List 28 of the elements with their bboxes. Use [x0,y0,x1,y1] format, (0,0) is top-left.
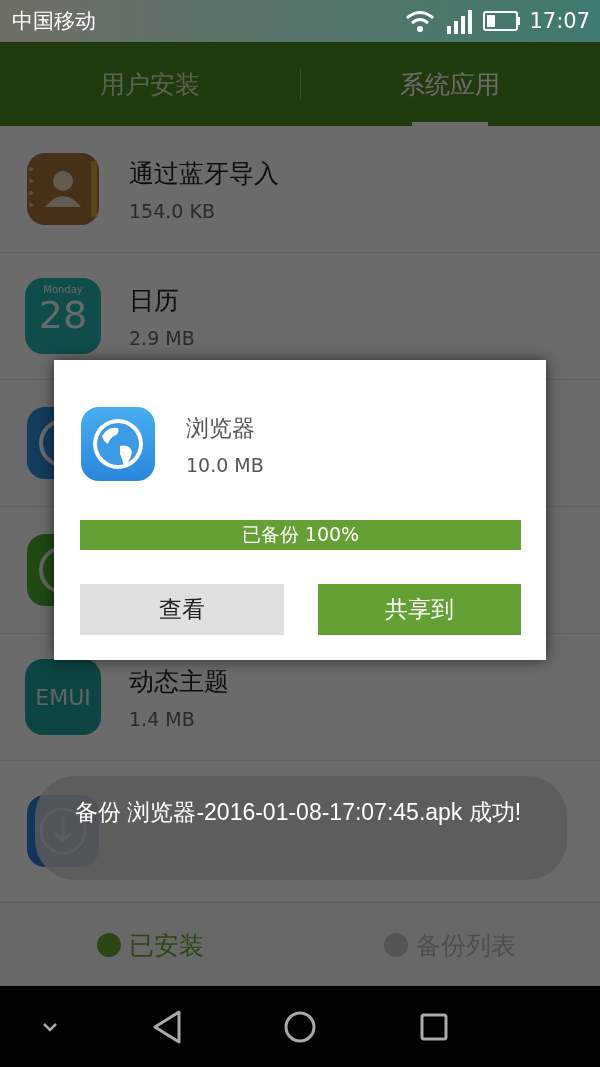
app-name: 浏览器 [186,413,256,443]
tab[interactable]: 系统应用 [300,42,600,126]
tab[interactable]: 用户安装 [0,42,300,126]
calendar-icon: Monday 28 [25,278,101,354]
app-size: 154.0 KB [129,199,216,222]
home-icon[interactable] [284,1011,316,1043]
app-name: 动态主题 [129,665,229,698]
app-name: 日历 [129,284,180,317]
app-size: 10.0 MB [186,453,264,476]
view-button[interactable]: 查看 [80,584,284,635]
toast-message: 备份 浏览器-2016-01-08-17:07:45.apk 成功! [75,799,522,825]
chevron-down-icon[interactable] [42,1022,58,1032]
globe-icon [80,406,156,482]
app-size: 2.9 MB [129,326,195,349]
app-size: 1.4 MB [129,707,196,730]
app-row[interactable]: 通过蓝牙导入 154.0 KB [0,126,600,253]
recent-apps-icon[interactable] [420,1013,448,1041]
battery-icon [483,11,522,31]
share-button[interactable]: 共享到 [317,584,521,635]
signal-icon [445,8,474,34]
clock-time: 17:07 [529,9,590,33]
contacts-icon [25,151,101,227]
back-icon[interactable] [152,1010,182,1044]
carrier-name: 中国移动 [12,8,96,35]
app-name: 通过蓝牙导入 [129,157,279,190]
wifi-icon [405,10,436,32]
progress-label: 已备份 100% [241,522,360,547]
theme-icon: EMUI [25,659,101,735]
